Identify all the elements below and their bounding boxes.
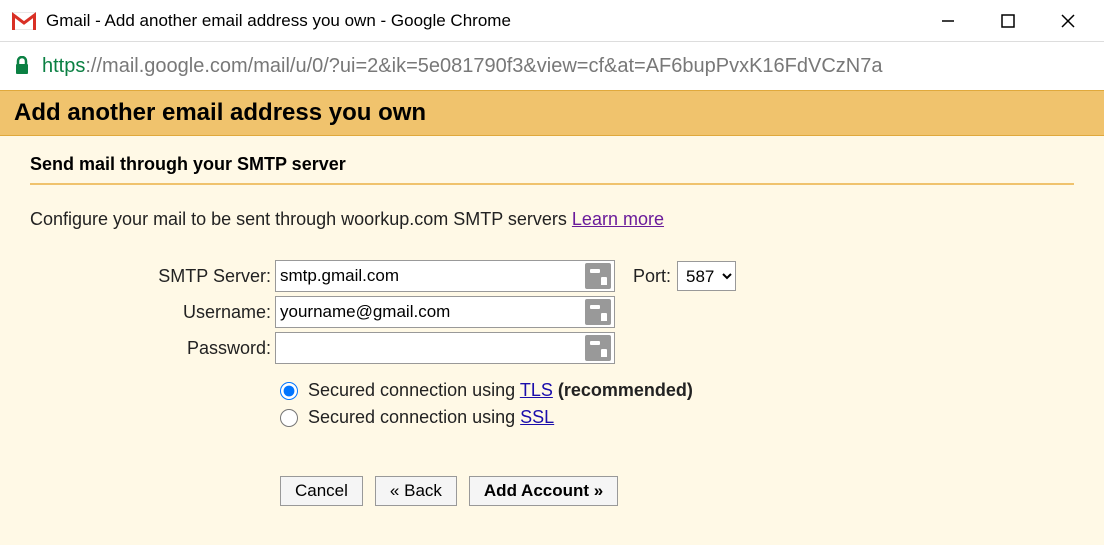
learn-more-link[interactable]: Learn more [572, 209, 664, 229]
close-button[interactable] [1052, 5, 1084, 37]
ssl-radio[interactable] [280, 409, 298, 427]
page-header: Add another email address you own [0, 90, 1104, 136]
password-input-wrap [275, 332, 615, 364]
window-titlebar: Gmail - Add another email address you ow… [0, 0, 1104, 42]
password-label: Password: [30, 338, 275, 359]
tls-link[interactable]: TLS [520, 380, 553, 400]
maximize-icon [1001, 14, 1015, 28]
url-domain: ://mail.google.com [85, 55, 247, 78]
username-row: Username: [30, 296, 1074, 328]
ssl-text: Secured connection using SSL [308, 407, 554, 428]
ssl-option[interactable]: Secured connection using SSL [280, 407, 1074, 428]
lastpass-icon[interactable] [585, 335, 611, 361]
smtp-input-wrap [275, 260, 615, 292]
tls-text: Secured connection using TLS (recommende… [308, 380, 693, 401]
info-text: Configure your mail to be sent through w… [30, 209, 1074, 230]
lock-icon [14, 56, 30, 76]
ssl-link[interactable]: SSL [520, 407, 554, 427]
back-button[interactable]: « Back [375, 476, 457, 506]
content-area: Send mail through your SMTP server Confi… [0, 136, 1104, 545]
info-prefix: Configure your mail to be sent through w… [30, 209, 572, 229]
add-account-button[interactable]: Add Account » [469, 476, 618, 506]
window-title: Gmail - Add another email address you ow… [46, 11, 932, 31]
security-options: Secured connection using TLS (recommende… [280, 380, 1074, 428]
username-label: Username: [30, 302, 275, 323]
smtp-server-input[interactable] [275, 260, 615, 292]
password-input[interactable] [275, 332, 615, 364]
minimize-icon [941, 14, 955, 28]
password-row: Password: [30, 332, 1074, 364]
gmail-logo-icon [12, 12, 36, 30]
lastpass-icon[interactable] [585, 263, 611, 289]
section-divider [30, 183, 1074, 185]
url-path: /mail/u/0/?ui=2&ik=5e081790f3&view=cf&at… [248, 55, 883, 78]
section-title: Send mail through your SMTP server [30, 154, 1074, 183]
tls-option[interactable]: Secured connection using TLS (recommende… [280, 380, 1074, 401]
lastpass-icon[interactable] [585, 299, 611, 325]
tls-radio[interactable] [280, 382, 298, 400]
username-input-wrap [275, 296, 615, 328]
minimize-button[interactable] [932, 5, 964, 37]
port-select[interactable]: 587 [677, 261, 736, 291]
button-row: Cancel « Back Add Account » [280, 476, 1074, 506]
window-controls [932, 5, 1084, 37]
maximize-button[interactable] [992, 5, 1024, 37]
close-icon [1061, 14, 1075, 28]
cancel-button[interactable]: Cancel [280, 476, 363, 506]
username-input[interactable] [275, 296, 615, 328]
smtp-label: SMTP Server: [30, 266, 275, 287]
page-title: Add another email address you own [14, 99, 1090, 127]
url-protocol: https [42, 55, 85, 78]
port-label: Port: [633, 266, 671, 287]
smtp-row: SMTP Server: Port: 587 [30, 260, 1074, 292]
address-bar[interactable]: https://mail.google.com/mail/u/0/?ui=2&i… [0, 42, 1104, 90]
